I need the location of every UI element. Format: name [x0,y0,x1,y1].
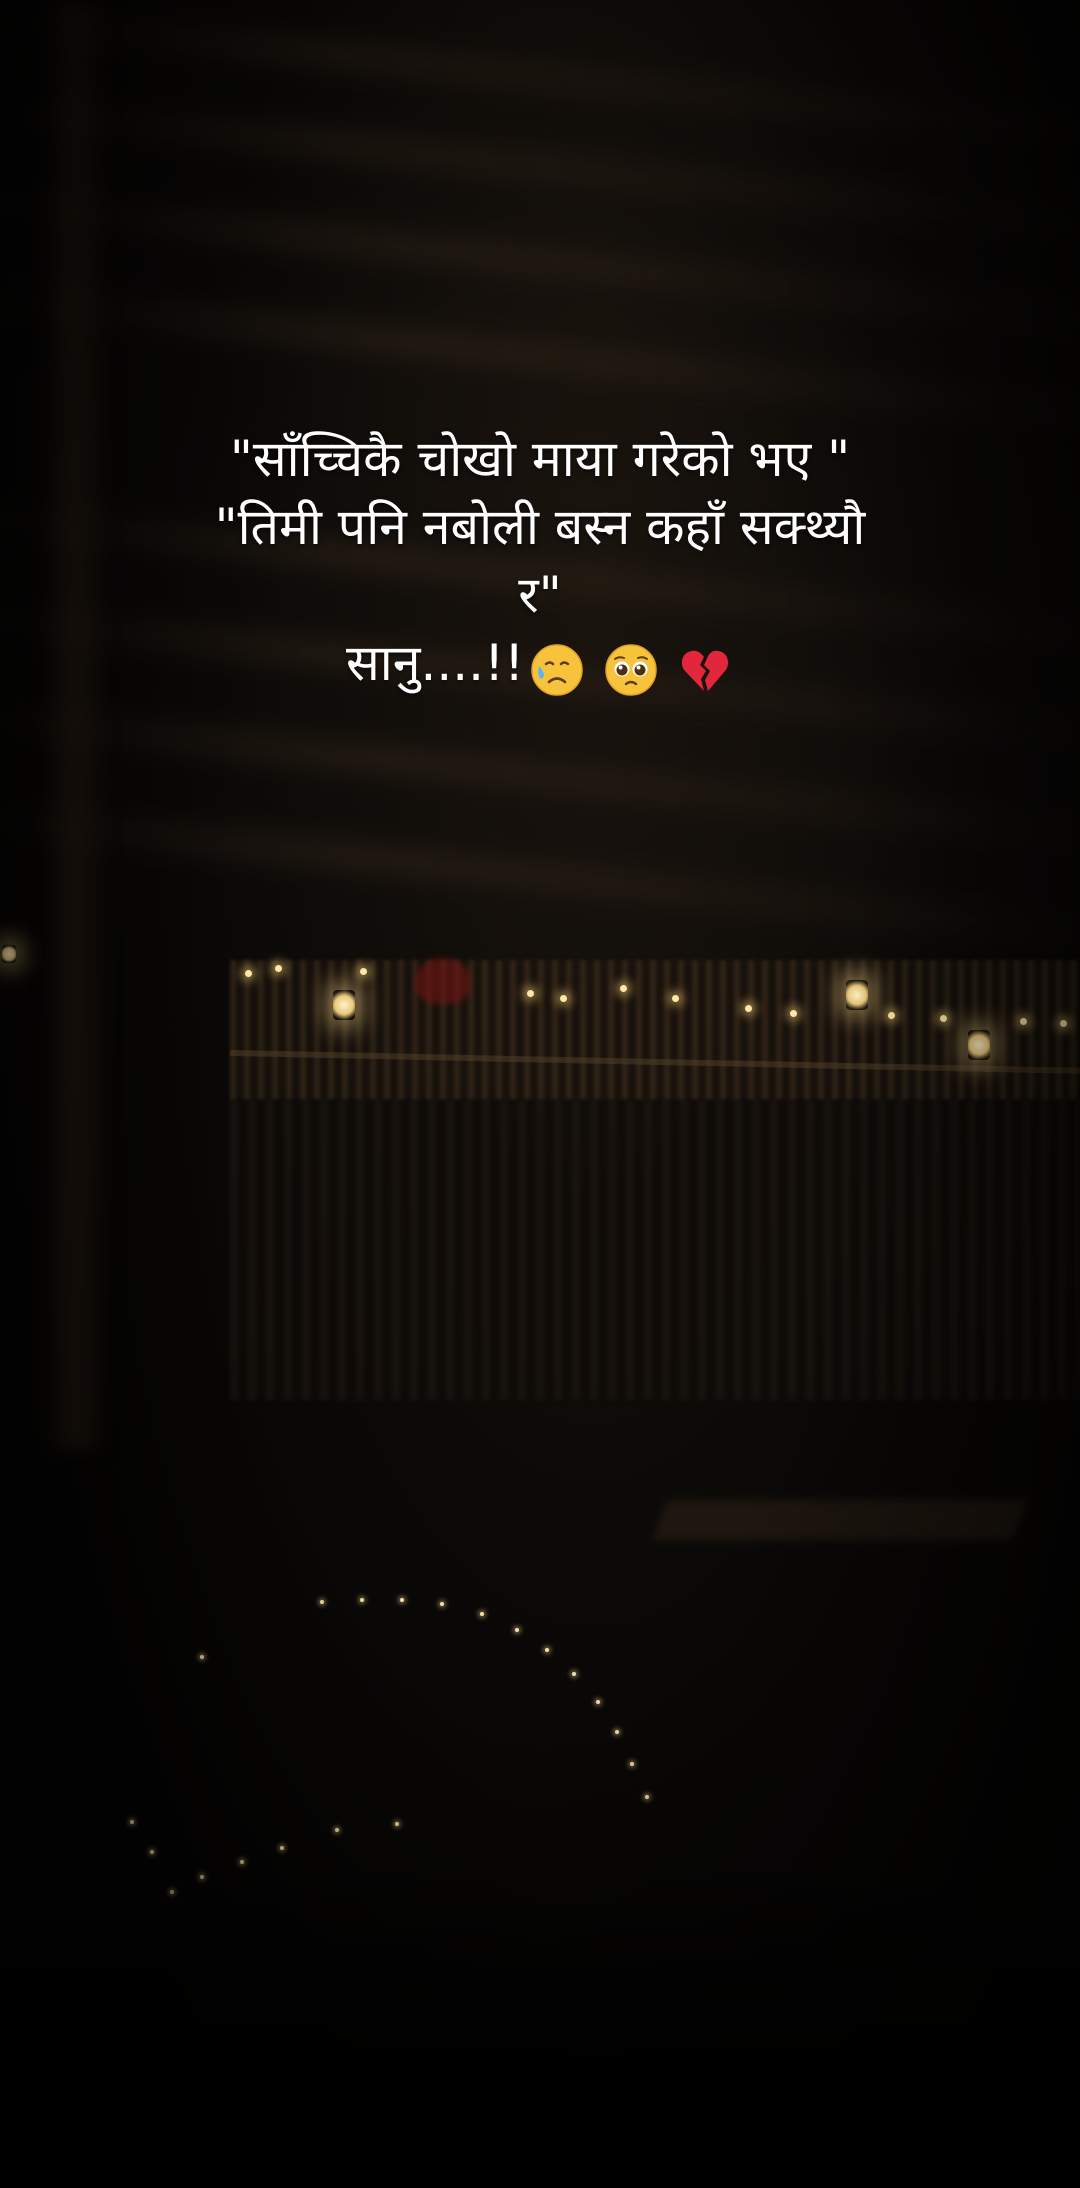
quote-line-4-wrapper: सानु....!! [60,629,1020,701]
pleading-face-icon [605,644,657,696]
sad-relieved-face-icon [531,644,583,696]
quote-line-2: "तिमी पनि नबोली बस्न कहाँ सक्थ्याै [214,498,866,556]
broken-heart-icon [681,650,729,691]
quote-line-4: सानु....!! [346,634,525,692]
quote-line-3: र" [518,566,562,624]
background-photo [0,0,1080,2188]
bottom-fade [0,1850,1080,2188]
emoji-row [528,633,734,701]
quote-line-1: "साँच्चिकै चोखो माया गरेको भए " [229,430,851,488]
quote-caption: "साँच्चिकै चोखो माया गरेको भए " "तिमी पन… [60,425,1020,701]
